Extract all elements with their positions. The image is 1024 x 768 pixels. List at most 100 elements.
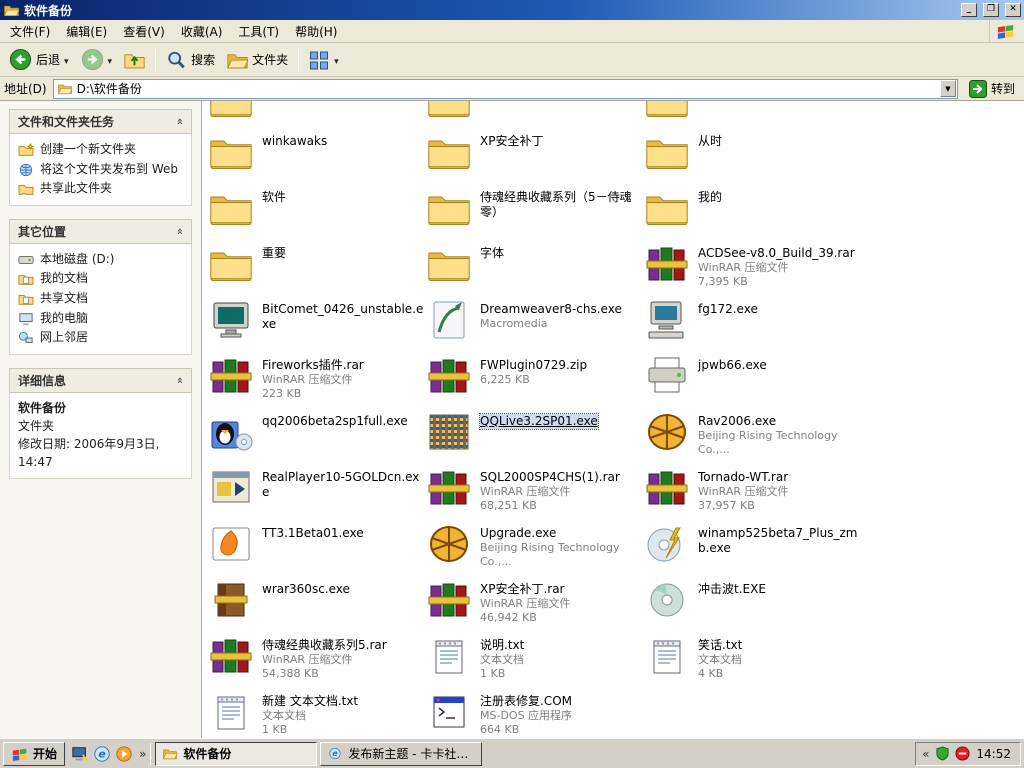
file-detail: 664 KB <box>480 723 572 737</box>
my-documents-icon <box>18 271 34 286</box>
file-item[interactable]: Rav2006.exeBeijing Rising Technology Co.… <box>644 407 862 463</box>
windows-logo-icon <box>989 20 1022 42</box>
file-item[interactable]: fg172.exe <box>644 295 862 351</box>
file-item[interactable]: BitComet_0426_unstable.exe <box>208 295 426 351</box>
tray-collapse-chevron[interactable] <box>922 747 929 761</box>
details-panel-header[interactable]: 详细信息 <box>9 368 192 393</box>
menu-item-2[interactable]: 查看(V) <box>115 20 173 43</box>
up-button[interactable] <box>119 47 150 73</box>
back-dropdown-icon[interactable] <box>64 53 69 67</box>
file-item[interactable]: XP安全补丁 <box>426 127 644 183</box>
ie-icon[interactable]: e <box>93 745 111 763</box>
place-item-2[interactable]: 共享文档 <box>13 289 188 309</box>
folders-button[interactable]: 文件夹 <box>222 47 293 73</box>
places-panel-title: 其它位置 <box>18 223 66 240</box>
search-button[interactable]: 搜索 <box>161 47 220 73</box>
file-item[interactable]: XP安全补丁.rarWinRAR 压缩文件46,942 KB <box>426 575 644 631</box>
file-item[interactable]: 注册表修复.COMMS-DOS 应用程序664 KB <box>426 687 644 738</box>
file-item[interactable]: ACDSee-v8.0_Build_39.rarWinRAR 压缩文件7,395… <box>644 239 862 295</box>
file-item[interactable]: 侍魂经典收藏系列（5－侍魂零） <box>426 183 644 239</box>
file-item[interactable] <box>426 101 644 127</box>
desktop-icon[interactable] <box>71 745 89 763</box>
forward-button[interactable] <box>76 45 118 74</box>
menu-item-4[interactable]: 工具(T) <box>230 20 287 43</box>
file-item[interactable]: 新建 文本文档.txt文本文档1 KB <box>208 687 426 738</box>
file-item[interactable]: 侍魂经典收藏系列5.rarWinRAR 压缩文件54,388 KB <box>208 631 426 687</box>
file-item[interactable]: QQLive3.2SP01.exe <box>426 407 644 463</box>
place-item-1[interactable]: 我的文档 <box>13 269 188 289</box>
task-item-0[interactable]: 创建一个新文件夹 <box>13 140 188 160</box>
taskbar-task-0[interactable]: 软件备份 <box>155 742 317 766</box>
shield-icon[interactable] <box>935 746 950 761</box>
file-detail: Beijing Rising Technology Co.,... <box>480 541 644 570</box>
views-button[interactable] <box>304 47 344 73</box>
address-dropdown-button[interactable] <box>940 80 956 97</box>
collapse-chevron-icon[interactable] <box>173 118 186 125</box>
file-detail: 54,388 KB <box>262 667 387 681</box>
file-item[interactable]: Dreamweaver8-chs.exeMacromedia <box>426 295 644 351</box>
address-combobox[interactable]: D:\软件备份 <box>53 79 958 99</box>
forward-dropdown-icon[interactable] <box>108 53 113 67</box>
start-button[interactable]: 开始 <box>3 742 65 766</box>
address-input[interactable]: D:\软件备份 <box>77 80 936 97</box>
file-item[interactable]: 我的 <box>644 183 862 239</box>
file-item[interactable]: 从时 <box>644 127 862 183</box>
winrar-icon <box>208 356 254 396</box>
collapse-chevron-icon[interactable] <box>173 377 186 384</box>
file-item[interactable]: FWPlugin0729.zip6,225 KB <box>426 351 644 407</box>
new-folder-icon <box>18 142 34 157</box>
file-detail: 1 KB <box>262 723 358 737</box>
place-item-3[interactable]: 我的电脑 <box>13 309 188 329</box>
file-item[interactable]: TT3.1Beta01.exe <box>208 519 426 575</box>
file-item[interactable] <box>208 101 426 127</box>
file-text: XP安全补丁 <box>480 132 543 149</box>
file-item[interactable]: wrar360sc.exe <box>208 575 426 631</box>
maximize-button[interactable] <box>983 3 999 17</box>
file-name: SQL2000SP4CHS(1).rar <box>480 470 620 485</box>
places-panel-header[interactable]: 其它位置 <box>9 219 192 244</box>
file-item[interactable]: Tornado-WT.rarWinRAR 压缩文件37,957 KB <box>644 463 862 519</box>
file-item[interactable]: jpwb66.exe <box>644 351 862 407</box>
file-item[interactable]: 软件 <box>208 183 426 239</box>
file-list-area[interactable]: winkawaks XP安全补丁 从时软件侍魂经典收藏系列（5－侍魂零）我的重要字体… <box>202 101 1024 738</box>
file-item[interactable]: Fireworks插件.rarWinRAR 压缩文件223 KB <box>208 351 426 407</box>
back-button[interactable]: 后退 <box>4 45 74 74</box>
file-item[interactable]: 笑话.txt文本文档4 KB <box>644 631 862 687</box>
file-item[interactable]: 字体 <box>426 239 644 295</box>
file-item[interactable]: 重要 <box>208 239 426 295</box>
menu-item-3[interactable]: 收藏(A) <box>173 20 231 43</box>
details-body: 软件备份 文件夹 修改日期: 2006年9月3日, 14:47 <box>9 393 192 479</box>
file-detail: 文本文档 <box>480 653 524 667</box>
file-item[interactable]: Upgrade.exeBeijing Rising Technology Co.… <box>426 519 644 575</box>
go-button[interactable]: 转到 <box>964 80 1020 98</box>
views-dropdown-icon[interactable] <box>334 53 339 67</box>
file-item[interactable]: 冲击波t.EXE <box>644 575 862 631</box>
media-icon[interactable] <box>115 745 133 763</box>
task-item-1[interactable]: 将这个文件夹发布到 Web <box>13 160 188 180</box>
quick-launch-overflow-chevron[interactable] <box>139 747 146 761</box>
place-item-0[interactable]: 本地磁盘 (D:) <box>13 250 188 270</box>
file-item[interactable] <box>644 101 862 127</box>
place-item-4[interactable]: 网上邻居 <box>13 328 188 348</box>
tasks-panel-header[interactable]: 文件和文件夹任务 <box>9 109 192 134</box>
file-item[interactable]: 说明.txt文本文档1 KB <box>426 631 644 687</box>
task-item-2[interactable]: 共享此文件夹 <box>13 179 188 199</box>
taskbar-task-1[interactable]: e发布新主题 - 卡卡社区... <box>320 742 482 766</box>
collapse-chevron-icon[interactable] <box>173 228 186 235</box>
file-text: 注册表修复.COMMS-DOS 应用程序664 KB <box>480 692 572 738</box>
menu-item-5[interactable]: 帮助(H) <box>287 20 345 43</box>
file-item[interactable]: RealPlayer10-5GOLDcn.exe <box>208 463 426 519</box>
alert-icon[interactable] <box>955 746 970 761</box>
folder-icon <box>208 188 254 228</box>
file-item[interactable]: winkawaks <box>208 127 426 183</box>
close-button[interactable] <box>1005 3 1021 17</box>
file-item[interactable]: qq2006beta2sp1full.exe <box>208 407 426 463</box>
menu-item-0[interactable]: 文件(F) <box>2 20 58 43</box>
file-item[interactable]: winamp525beta7_Plus_zmb.exe <box>644 519 862 575</box>
title-bar[interactable]: 软件备份 <box>0 0 1024 20</box>
menu-item-1[interactable]: 编辑(E) <box>58 20 115 43</box>
file-item[interactable]: SQL2000SP4CHS(1).rarWinRAR 压缩文件68,251 KB <box>426 463 644 519</box>
winrar-icon <box>426 468 472 508</box>
file-detail: WinRAR 压缩文件 <box>262 373 364 387</box>
minimize-button[interactable] <box>961 3 977 17</box>
